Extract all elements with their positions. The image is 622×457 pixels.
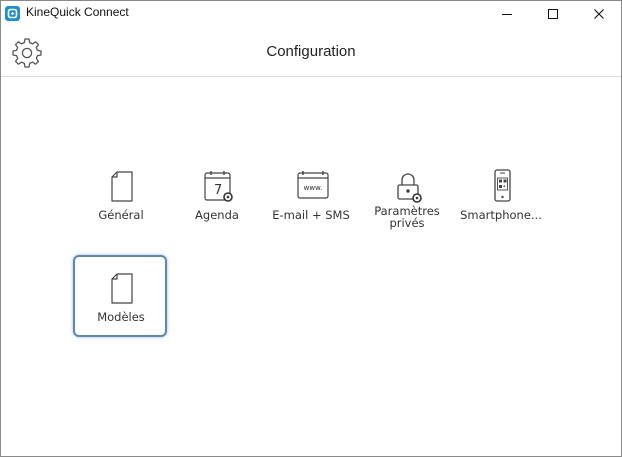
tile-general-label: Général [98,208,144,222]
svg-text:7: 7 [214,183,222,198]
tile-agenda[interactable]: 7 Agenda [169,157,265,239]
maximize-button[interactable] [530,1,576,27]
tile-email-sms-label: E-mail + SMS [272,208,350,222]
svg-text:www.: www. [304,184,323,192]
close-icon [594,9,604,19]
close-button[interactable] [576,1,621,27]
document-icon [107,271,137,305]
tile-private-settings-label: Paramètres privés [353,205,461,229]
tile-smartphone[interactable]: Smartphone... [453,157,549,239]
tile-smartphone-label: Smartphone... [460,208,542,222]
app-window: KineQuick Connect Configuration Général … [0,0,622,457]
window-title: KineQuick Connect [26,5,129,19]
web-window-icon: www. [297,169,329,203]
label-line-2: privés [389,216,425,230]
lock-settings-icon [393,169,423,203]
calendar-settings-icon: 7 [203,169,233,203]
smartphone-qr-icon [487,169,517,203]
tile-templates[interactable]: Modèles [73,255,167,337]
minimize-button[interactable] [484,1,530,27]
tile-templates-label: Modèles [97,310,145,324]
document-icon [107,169,137,203]
tile-email-sms[interactable]: www. E-mail + SMS [263,157,359,239]
title-bar[interactable]: KineQuick Connect [1,1,621,27]
maximize-icon [548,9,558,19]
tile-private-settings[interactable]: Paramètres privés [359,157,455,239]
tile-agenda-label: Agenda [195,208,239,222]
tile-general[interactable]: Général [73,157,169,239]
app-logo-icon [5,6,20,21]
page-title: Configuration [266,43,356,60]
minimize-icon [502,14,512,15]
header-divider [1,76,621,77]
